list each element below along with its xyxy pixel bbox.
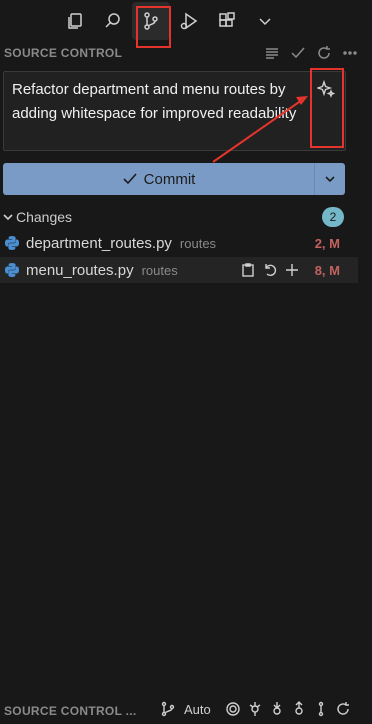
commit-button-label: Commit bbox=[143, 170, 196, 188]
bottom-section-header[interactable]: SOURCE CONTROL ... Auto bbox=[0, 698, 372, 724]
open-file-icon[interactable] bbox=[240, 262, 256, 278]
stage-changes-icon[interactable] bbox=[284, 262, 300, 278]
file-status: 8, M bbox=[314, 262, 340, 278]
changed-file-row[interactable]: department_routes.py routes 2, M bbox=[0, 230, 358, 256]
branch-compare-icon[interactable] bbox=[313, 701, 329, 717]
changes-label: Changes bbox=[16, 209, 73, 225]
section-title: SOURCE CONTROL bbox=[4, 46, 123, 60]
pull-icon[interactable] bbox=[269, 701, 285, 717]
changes-group-header[interactable]: Changes 2 bbox=[0, 206, 372, 228]
file-status: 2, M bbox=[314, 235, 340, 251]
file-directory: routes bbox=[179, 235, 217, 251]
file-name: menu_routes.py bbox=[26, 261, 134, 279]
changed-file-row[interactable]: menu_routes.py routes 8, M bbox=[0, 257, 358, 283]
changes-count-badge: 2 bbox=[322, 207, 344, 227]
run-debug-icon bbox=[180, 12, 198, 30]
commit-button-group: Commit bbox=[3, 163, 345, 195]
target-icon[interactable] bbox=[225, 701, 241, 717]
section-header: SOURCE CONTROL bbox=[0, 42, 372, 64]
activity-toolbar bbox=[0, 0, 372, 42]
check-icon bbox=[123, 173, 137, 185]
file-directory: routes bbox=[141, 262, 178, 278]
chevron-down-icon bbox=[259, 18, 271, 26]
extensions-icon bbox=[219, 12, 235, 27]
copy-icon bbox=[68, 13, 82, 29]
chevron-down-icon bbox=[325, 176, 335, 183]
search-icon bbox=[105, 13, 120, 28]
extensions-button[interactable] bbox=[208, 2, 246, 40]
commit-message-input[interactable]: Refactor department and menu routes by a… bbox=[3, 71, 346, 151]
commit-dropdown-button[interactable] bbox=[315, 163, 345, 195]
python-file-icon bbox=[5, 236, 19, 250]
source-control-panel: SOURCE CONTROL Refactor department and m… bbox=[0, 0, 372, 724]
refresh-icon[interactable] bbox=[335, 701, 351, 717]
commit-message-text: Refactor department and menu routes by a… bbox=[12, 81, 297, 122]
chevron-down-icon bbox=[0, 211, 16, 223]
more-views-button[interactable] bbox=[246, 2, 284, 40]
push-icon[interactable] bbox=[291, 701, 307, 717]
discard-changes-icon[interactable] bbox=[262, 262, 278, 278]
python-file-icon bbox=[5, 263, 19, 277]
branch-icon[interactable] bbox=[160, 701, 176, 717]
commit-button[interactable]: Commit bbox=[3, 163, 314, 195]
refresh-icon[interactable] bbox=[316, 45, 332, 61]
fetch-icon[interactable] bbox=[247, 701, 263, 717]
highlight-box-sparkle bbox=[310, 68, 344, 148]
file-actions bbox=[240, 262, 300, 278]
bottom-actions: Auto bbox=[160, 701, 351, 717]
section-actions bbox=[264, 42, 358, 64]
bottom-section-title: SOURCE CONTROL ... bbox=[4, 704, 137, 718]
run-debug-button[interactable] bbox=[170, 2, 208, 40]
file-name: department_routes.py bbox=[26, 234, 172, 252]
auto-label[interactable]: Auto bbox=[184, 702, 211, 717]
explorer-button[interactable] bbox=[56, 2, 94, 40]
more-actions-icon[interactable] bbox=[342, 45, 358, 61]
check-icon[interactable] bbox=[290, 45, 306, 61]
view-as-list-icon[interactable] bbox=[264, 45, 280, 61]
search-button[interactable] bbox=[94, 2, 132, 40]
